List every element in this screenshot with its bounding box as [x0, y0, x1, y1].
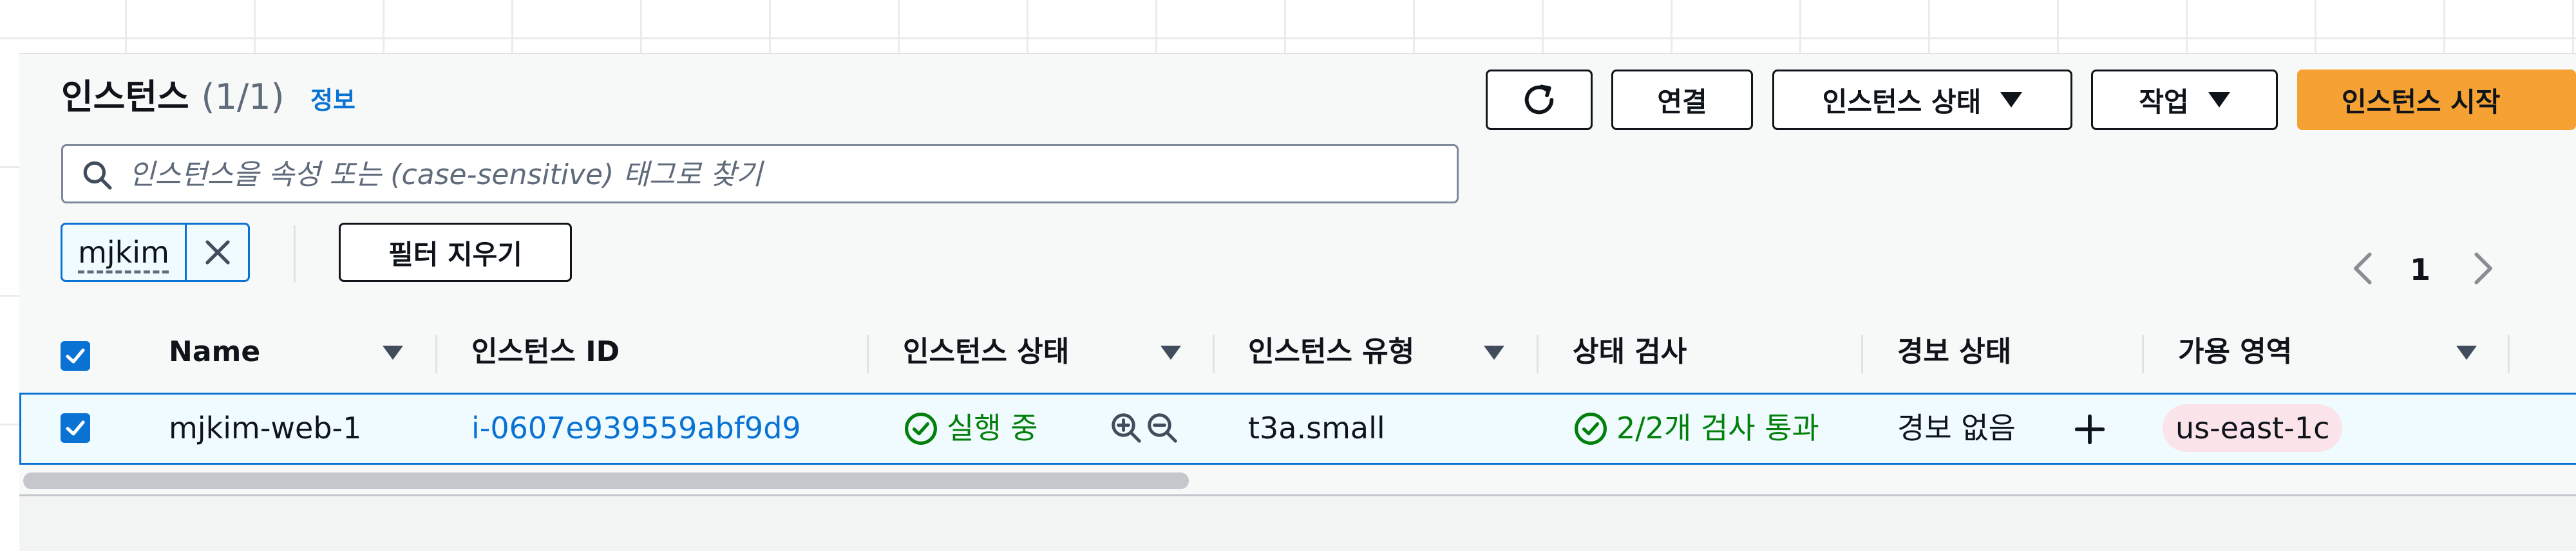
filter-token: mjkim	[61, 223, 250, 282]
chevron-right-icon[interactable]	[2467, 250, 2499, 287]
actions-dropdown[interactable]: 작업	[2091, 70, 2278, 130]
launch-instance-button-label: 인스턴스 시작	[2342, 86, 2501, 118]
cell-name: mjkim-web-1	[169, 411, 362, 445]
horizontal-scrollbar[interactable]	[23, 472, 1189, 489]
zoom-out-icon[interactable]	[1145, 411, 1180, 445]
column-divider[interactable]	[867, 335, 869, 373]
chevron-left-icon[interactable]	[2347, 250, 2380, 287]
search-icon	[83, 161, 112, 190]
search-bar[interactable]	[61, 144, 1459, 203]
column-divider[interactable]	[1861, 335, 1863, 373]
connect-button-label: 연결	[1657, 86, 1707, 118]
column-divider[interactable]	[1537, 335, 1539, 373]
row-checkbox[interactable]	[61, 413, 90, 443]
cell-availability-zone: us-east-1c	[2175, 411, 2330, 445]
page-title-text: 인스턴스	[61, 77, 189, 117]
sort-down-icon[interactable]	[2456, 346, 2477, 360]
sort-down-icon[interactable]	[383, 346, 403, 360]
clear-filters-button[interactable]: 필터 지우기	[339, 223, 572, 282]
column-header-name[interactable]: Name	[169, 335, 260, 369]
column-divider[interactable]	[2142, 335, 2144, 373]
checkmark-icon	[66, 348, 85, 364]
details-pane-divider	[19, 494, 2576, 551]
instance-id-link[interactable]: i-0607e939559abf9d9	[471, 409, 801, 447]
column-divider[interactable]	[435, 335, 437, 373]
instance-count: (1/1)	[201, 77, 285, 117]
column-divider[interactable]	[1213, 335, 1215, 373]
zoom-in-icon[interactable]	[1109, 411, 1144, 445]
page-title: 인스턴스 (1/1)	[61, 77, 285, 117]
column-header-availability-zone[interactable]: 가용 영역	[2178, 335, 2292, 369]
launch-instance-button[interactable]: 인스턴스 시작	[2297, 70, 2576, 130]
clear-filters-button-label: 필터 지우기	[388, 238, 522, 270]
refresh-icon	[1524, 84, 1554, 115]
sort-down-icon[interactable]	[1160, 346, 1181, 360]
refresh-button[interactable]	[1486, 70, 1593, 130]
check-circle-icon	[1575, 413, 1607, 445]
search-input[interactable]	[128, 153, 1444, 196]
caret-down-icon	[2208, 92, 2230, 107]
close-icon	[205, 240, 230, 265]
column-header-status-check[interactable]: 상태 검사	[1573, 335, 1687, 369]
column-header-instance-id[interactable]: 인스턴스 ID	[471, 335, 620, 369]
current-page[interactable]: 1	[2410, 251, 2430, 288]
checkmark-icon	[66, 420, 85, 436]
filter-token-label: mjkim	[62, 225, 187, 280]
cell-alarm-status: 경보 없음	[1897, 411, 2016, 445]
select-all-checkbox[interactable]	[61, 341, 90, 371]
actions-dropdown-label: 작업	[2139, 86, 2189, 118]
plus-icon[interactable]	[2072, 412, 2107, 447]
instance-state-dropdown[interactable]: 인스턴스 상태	[1772, 70, 2072, 130]
caret-down-icon	[2000, 92, 2023, 107]
cell-instance-state: 실행 중	[947, 411, 1038, 445]
toolbar-divider	[294, 225, 296, 282]
column-header-instance-state[interactable]: 인스턴스 상태	[903, 335, 1069, 369]
column-header-instance-type[interactable]: 인스턴스 유형	[1248, 335, 1414, 369]
remove-filter-button[interactable]	[187, 225, 248, 280]
availability-zone-badge: us-east-1c	[2163, 404, 2343, 452]
check-circle-icon	[905, 413, 937, 445]
instance-state-dropdown-label: 인스턴스 상태	[1822, 86, 1982, 118]
sort-down-icon[interactable]	[1484, 346, 1504, 360]
column-header-alarm-status[interactable]: 경보 상태	[1897, 335, 2011, 369]
cell-instance-type: t3a.small	[1248, 411, 1385, 445]
column-divider[interactable]	[2508, 335, 2510, 373]
cell-status-check: 2/2개 검사 통과	[1616, 411, 1819, 445]
info-link[interactable]: 정보	[310, 86, 355, 115]
connect-button[interactable]: 연결	[1611, 70, 1753, 130]
